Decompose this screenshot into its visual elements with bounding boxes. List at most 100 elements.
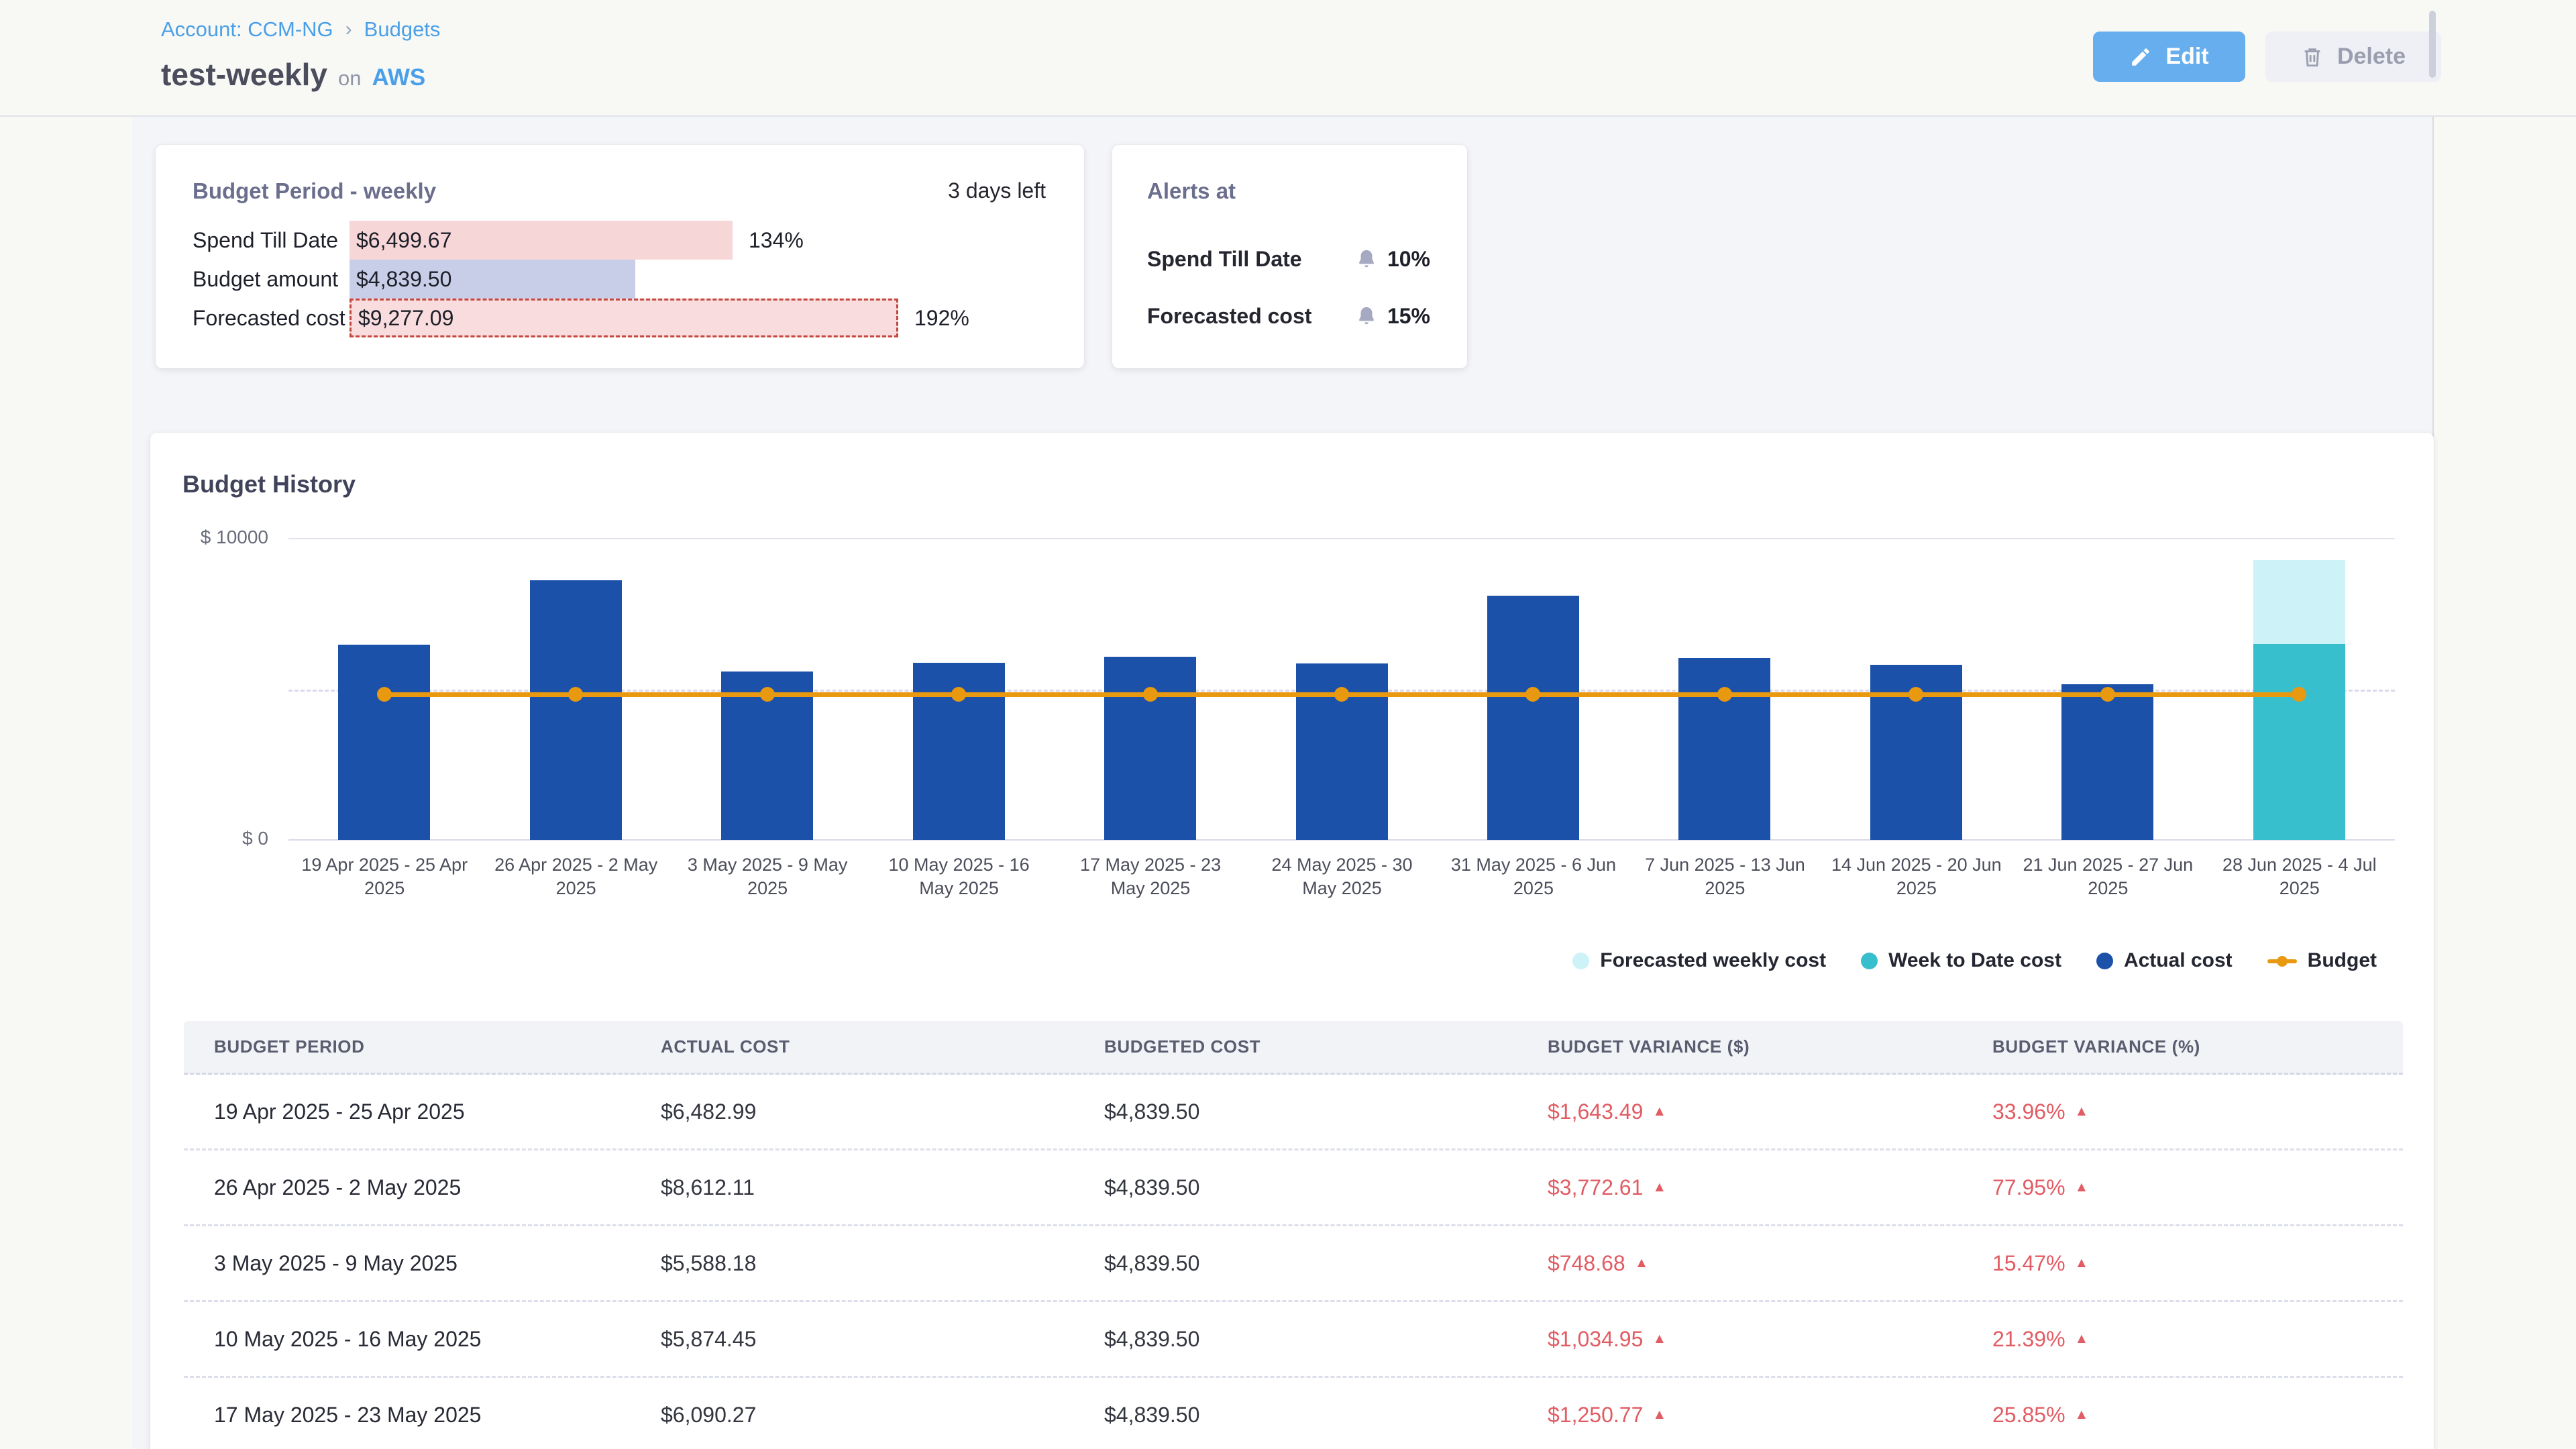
cell-budgeted-cost: $4,839.50 — [1104, 1251, 1548, 1276]
legend-label: Actual cost — [2124, 949, 2233, 972]
up-arrow-icon: ▲ — [1652, 1331, 1666, 1347]
alert-threshold: 15% — [1387, 304, 1430, 329]
legend-item-forecasted-weekly-cost[interactable]: Forecasted weekly cost — [1572, 949, 1826, 972]
table-row[interactable]: 10 May 2025 - 16 May 2025$5,874.45$4,839… — [184, 1302, 2403, 1378]
actual-cost-bar[interactable] — [1678, 658, 1770, 840]
legend-item-actual-cost[interactable]: Actual cost — [2096, 949, 2233, 972]
cell-budgeted-cost: $4,839.50 — [1104, 1175, 1548, 1200]
budget-line-marker[interactable] — [1334, 687, 1349, 702]
delete-button-label: Delete — [2337, 44, 2406, 70]
up-arrow-icon: ▲ — [1652, 1104, 1666, 1120]
budget-line-marker[interactable] — [1909, 687, 1923, 702]
table-row[interactable]: 19 Apr 2025 - 25 Apr 2025$6,482.99$4,839… — [184, 1075, 2403, 1150]
up-arrow-icon: ▲ — [2075, 1104, 2089, 1120]
up-arrow-icon: ▲ — [1652, 1179, 1666, 1195]
metric-percent: 134% — [749, 228, 804, 253]
gridline-10000 — [288, 538, 2395, 539]
breadcrumb-account-link[interactable]: Account: CCM-NG — [161, 17, 333, 42]
actual-cost-bar[interactable] — [1487, 596, 1579, 840]
table-column-header: BUDGET VARIANCE (%) — [1992, 1036, 2403, 1057]
metric-label: Spend Till Date — [156, 228, 350, 253]
x-axis-tick: 28 Jun 2025 - 4 Jul 2025 — [2214, 853, 2385, 900]
budget-period-row: Spend Till Date$6,499.67134% — [156, 221, 1084, 260]
x-axis-tick: 21 Jun 2025 - 27 Jun 2025 — [2023, 853, 2194, 900]
budget-line-marker[interactable] — [760, 687, 775, 702]
table-column-header: BUDGET PERIOD — [214, 1036, 661, 1057]
cell-variance-pct: 25.85%▲ — [1992, 1403, 2403, 1428]
cell-variance-usd: $3,772.61▲ — [1548, 1175, 1992, 1200]
cell-budgeted-cost: $4,839.50 — [1104, 1099, 1548, 1124]
actual-cost-bar[interactable] — [338, 645, 430, 840]
up-arrow-icon: ▲ — [1635, 1255, 1649, 1271]
edit-button[interactable]: Edit — [2093, 32, 2245, 82]
alert-row: Spend Till Date10% — [1147, 247, 1430, 272]
budget-line-marker[interactable] — [1717, 687, 1732, 702]
on-label: on — [338, 66, 361, 91]
actual-cost-bar[interactable] — [1104, 657, 1196, 840]
forecasted-cost-bar[interactable] — [2253, 560, 2345, 644]
budget-line-marker[interactable] — [951, 687, 966, 702]
vertical-scrollbar[interactable] — [2429, 11, 2436, 78]
metric-label: Forecasted cost — [156, 306, 350, 331]
legend-item-week-to-date-cost[interactable]: Week to Date cost — [1861, 949, 2061, 972]
alerts-title: Alerts at — [1147, 178, 1236, 204]
edit-button-label: Edit — [2165, 44, 2208, 70]
budget-period-row: Budget amount$4,839.50 — [156, 260, 1084, 299]
legend-dot-icon — [1572, 953, 1589, 969]
trash-icon — [2301, 46, 2324, 68]
budget-history-chart[interactable]: $ 10000$ 019 Apr 2025 - 25 Apr 202526 Ap… — [288, 539, 2395, 840]
week-to-date-bar[interactable] — [2253, 644, 2345, 840]
cell-variance-usd: $1,643.49▲ — [1548, 1099, 1992, 1124]
cell-actual-cost: $8,612.11 — [661, 1175, 1104, 1200]
cell-actual-cost: $6,482.99 — [661, 1099, 1104, 1124]
delete-button[interactable]: Delete — [2265, 32, 2441, 82]
breadcrumb-budgets-link[interactable]: Budgets — [364, 17, 441, 42]
legend-dot-icon — [1861, 953, 1878, 969]
x-axis-tick: 7 Jun 2025 - 13 Jun 2025 — [1640, 853, 1811, 900]
x-axis-tick: 3 May 2025 - 9 May 2025 — [682, 853, 853, 900]
budget-period-rows: Spend Till Date$6,499.67134%Budget amoun… — [156, 221, 1084, 337]
table-body: 19 Apr 2025 - 25 Apr 2025$6,482.99$4,839… — [184, 1075, 2403, 1449]
cell-variance-pct: 33.96%▲ — [1992, 1099, 2403, 1124]
legend-label: Forecasted weekly cost — [1600, 949, 1826, 972]
cell-actual-cost: $5,874.45 — [661, 1327, 1104, 1352]
legend-item-budget[interactable]: Budget — [2267, 949, 2377, 972]
breadcrumb: Account: CCM-NG › Budgets — [161, 17, 440, 42]
actual-cost-bar[interactable] — [2061, 684, 2153, 840]
budget-line-marker[interactable] — [377, 687, 392, 702]
table-row[interactable]: 3 May 2025 - 9 May 2025$5,588.18$4,839.5… — [184, 1226, 2403, 1302]
title-row: test-weekly on AWS — [161, 56, 425, 93]
up-arrow-icon: ▲ — [2075, 1179, 2089, 1195]
cell-variance-pct: 15.47%▲ — [1992, 1251, 2403, 1276]
cell-budgeted-cost: $4,839.50 — [1104, 1327, 1548, 1352]
bell-icon — [1355, 305, 1378, 328]
cell-variance-pct: 77.95%▲ — [1992, 1175, 2403, 1200]
legend-line-dot-icon — [2267, 953, 2297, 969]
budget-line-marker[interactable] — [1525, 687, 1540, 702]
table-row[interactable]: 26 Apr 2025 - 2 May 2025$8,612.11$4,839.… — [184, 1150, 2403, 1226]
metric-value: $4,839.50 — [350, 267, 451, 292]
bell-icon — [1355, 248, 1378, 271]
budget-line-marker[interactable] — [2100, 687, 2115, 702]
x-axis-tick: 26 Apr 2025 - 2 May 2025 — [490, 853, 661, 900]
actual-cost-bar[interactable] — [530, 580, 622, 840]
alert-metric-label: Forecasted cost — [1147, 304, 1311, 329]
alerts-card: Alerts at Spend Till Date10% Forecasted c… — [1112, 145, 1467, 368]
alert-metric-label: Spend Till Date — [1147, 247, 1302, 272]
budget-line-marker[interactable] — [1143, 687, 1158, 702]
x-axis-tick: 10 May 2025 - 16 May 2025 — [873, 853, 1044, 900]
legend-label: Budget — [2308, 949, 2377, 972]
budget-line-marker[interactable] — [568, 687, 583, 702]
budget-line-marker[interactable] — [2292, 687, 2306, 702]
up-arrow-icon: ▲ — [2075, 1255, 2089, 1271]
table-row[interactable]: 17 May 2025 - 23 May 2025$6,090.27$4,839… — [184, 1378, 2403, 1449]
budget-period-card: Budget Period - weekly 3 days left Spend… — [156, 145, 1084, 368]
days-left-label: 3 days left — [948, 178, 1046, 203]
cell-actual-cost: $5,588.18 — [661, 1251, 1104, 1276]
cell-variance-pct: 21.39%▲ — [1992, 1327, 2403, 1352]
cell-budget-period: 26 Apr 2025 - 2 May 2025 — [214, 1175, 661, 1200]
y-axis-tick: $ 10000 — [154, 527, 268, 548]
y-axis-tick: $ 0 — [154, 828, 268, 849]
cell-budget-period: 10 May 2025 - 16 May 2025 — [214, 1327, 661, 1352]
cell-variance-usd: $1,250.77▲ — [1548, 1403, 1992, 1428]
